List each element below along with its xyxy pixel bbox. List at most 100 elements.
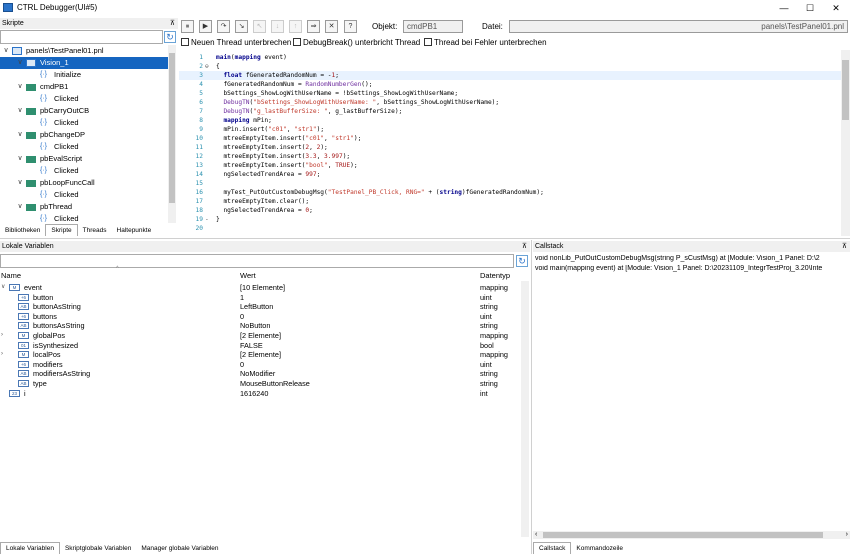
code-line[interactable]: 4 fGeneratedRandomNum = RandomNumberGen(… — [179, 80, 841, 89]
code-line[interactable]: 20 — [179, 224, 841, 233]
tree-item[interactable]: {·} Clicked — [0, 141, 168, 153]
step-over-icon[interactable]: ↷ — [217, 20, 230, 33]
expand-icon[interactable]: ∨ — [1, 283, 5, 293]
variable-row[interactable]: › MlocalPos [2 Elemente] mapping — [0, 350, 520, 360]
step-into-icon[interactable]: ↘ — [235, 20, 248, 33]
option-break-on-error[interactable]: Thread bei Fehler unterbrechen — [424, 38, 547, 47]
pin-icon[interactable]: ⊼ — [170, 18, 175, 29]
code-line[interactable]: 13 mtreeEmptyItem.insert("bool", TRUE); — [179, 161, 841, 170]
option-debugbreak[interactable]: DebugBreak() unterbricht Thread — [293, 38, 420, 47]
scroll-right-icon[interactable]: › — [846, 531, 848, 539]
editor-scrollbar[interactable] — [841, 50, 850, 236]
scrollbar-thumb[interactable] — [169, 53, 175, 203]
expand-icon[interactable]: ∨ — [16, 57, 24, 69]
callstack-hscrollbar[interactable]: ‹ › — [533, 531, 850, 539]
variable-row[interactable]: +6 button 1 uint — [0, 293, 520, 303]
tree-item[interactable]: ∨ pbThread — [0, 201, 168, 213]
callstack-entry[interactable]: void main(mapping event) at [Module: Vis… — [535, 265, 850, 272]
variable-row[interactable]: ∨ Mevent [10 Elemente] mapping — [0, 283, 520, 293]
code-line[interactable]: 9 mPin.insert("c01", "str1"); — [179, 125, 841, 134]
tree-item[interactable]: {·} Clicked — [0, 165, 168, 177]
close-button[interactable]: ✕ — [826, 2, 846, 14]
fold-icon[interactable]: ⊖ — [205, 62, 209, 71]
variable-row[interactable]: AB modifiersAsString NoModifier string — [0, 369, 520, 379]
tree-item[interactable]: {·} Clicked — [0, 93, 168, 105]
checkbox[interactable] — [181, 38, 189, 46]
variable-row[interactable]: AB buttonsAsString NoButton string — [0, 321, 520, 331]
expand-icon[interactable]: ∨ — [2, 45, 10, 57]
tree-item[interactable]: {·} Initialize — [0, 69, 168, 81]
code-line[interactable]: 11 mtreeEmptyItem.insert(2, 2); — [179, 143, 841, 152]
code-line[interactable]: 19-} — [179, 215, 841, 224]
stop-icon[interactable]: ✕ — [325, 20, 338, 33]
step-out-icon[interactable]: ↖ — [253, 20, 266, 33]
code-line[interactable]: 8 mapping mPin; — [179, 116, 841, 125]
code-editor[interactable]: 1 main(mapping event) 2 ⊖ {3 float fGenerate… — [179, 50, 841, 236]
vertical-splitter[interactable] — [531, 240, 532, 554]
code-line[interactable]: 18 ngSelectedTrendArea = 0; — [179, 206, 841, 215]
tree-item[interactable]: ∨ Vision_1 — [0, 57, 168, 69]
code-line[interactable]: 15 — [179, 179, 841, 188]
tree-item[interactable]: ∨ pbCarryOutCB — [0, 105, 168, 117]
expand-icon[interactable]: ∨ — [16, 153, 24, 165]
scrollbar-thumb[interactable] — [842, 60, 849, 120]
help-icon[interactable]: ? — [344, 20, 357, 33]
code-line[interactable]: 14 ngSelectedTrendArea = 997; — [179, 170, 841, 179]
minimize-button[interactable]: — — [774, 2, 794, 14]
tree-item[interactable]: {·} Clicked — [0, 117, 168, 129]
variable-row[interactable]: AB buttonAsString LeftButton string — [0, 302, 520, 312]
tab-skriptglobale-variablen[interactable]: Skriptglobale Variablen — [60, 543, 136, 554]
expand-icon[interactable]: ∨ — [16, 177, 24, 189]
expand-icon[interactable]: › — [1, 331, 3, 341]
variable-row[interactable]: 01 isSynthesized FALSE bool — [0, 341, 520, 351]
next-icon[interactable]: ⇒ — [307, 20, 320, 33]
scripts-search-input[interactable] — [0, 30, 163, 44]
refresh-icon[interactable]: ↻ — [516, 255, 528, 267]
option-new-thread[interactable]: Neuen Thread unterbrechen — [181, 38, 291, 47]
scripts-scrollbar[interactable] — [168, 45, 176, 223]
up-icon[interactable]: ↑ — [289, 20, 302, 33]
pin-icon[interactable]: ⊼ — [842, 241, 847, 252]
column-type[interactable]: Datentyp — [480, 271, 510, 280]
scrollbar-thumb[interactable] — [543, 532, 823, 538]
refresh-icon[interactable]: ↻ — [164, 31, 176, 43]
scroll-left-icon[interactable]: ‹ — [535, 531, 537, 539]
tree-item[interactable]: {·} Clicked — [0, 213, 168, 223]
code-line[interactable]: 7 DebugTN("g_lastBufferSize: ", g_lastBu… — [179, 107, 841, 116]
tab-haltepunkte[interactable]: Haltepunkte — [112, 225, 157, 236]
code-line[interactable]: 6 DebugTN("bSettings_ShowLogWithUserName… — [179, 98, 841, 107]
variable-row[interactable]: +6 modifiers 0 uint — [0, 360, 520, 370]
expand-icon[interactable]: ∨ — [16, 129, 24, 141]
run-to-cursor-icon[interactable]: ↓ — [271, 20, 284, 33]
checkbox[interactable] — [424, 38, 432, 46]
maximize-button[interactable]: ☐ — [800, 2, 820, 14]
scripts-tree[interactable]: ∨ panels\TestPanel01.pnl ∨ Vision_1 {·} Initi… — [0, 45, 168, 223]
locals-scrollbar[interactable] — [521, 281, 529, 537]
code-line[interactable]: 5 bSettings_ShowLogWithUserName = !bSett… — [179, 89, 841, 98]
code-line[interactable]: 17 mtreeEmptyItem.clear(); — [179, 197, 841, 206]
code-line[interactable]: 12 mtreeEmptyItem.insert(3.3, 3.997); — [179, 152, 841, 161]
expand-icon[interactable]: ∨ — [16, 105, 24, 117]
expand-icon[interactable]: ∨ — [16, 81, 24, 93]
tab-kommandozeile[interactable]: Kommandozeile — [571, 543, 628, 554]
tab-bibliotheken[interactable]: Bibliotheken — [0, 225, 45, 236]
locals-search-input[interactable] — [0, 254, 514, 268]
callstack-entry[interactable]: void nonLib_PutOutCustomDebugMsg(string … — [535, 255, 850, 262]
datei-field[interactable]: panels\TestPanel01.pnl — [509, 20, 848, 33]
tree-item[interactable]: {·} Clicked — [0, 189, 168, 201]
tree-item[interactable]: ∨ pbEvalScript — [0, 153, 168, 165]
column-value[interactable]: Wert — [240, 271, 256, 280]
tree-item[interactable]: ∨ pbLoopFuncCall — [0, 177, 168, 189]
tree-item[interactable]: ∨ cmdPB1 — [0, 81, 168, 93]
checkbox[interactable] — [293, 38, 301, 46]
code-line[interactable]: 10 mtreeEmptyItem.insert("c01", "str1"); — [179, 134, 841, 143]
expand-icon[interactable]: ∨ — [16, 201, 24, 213]
objekt-field[interactable]: cmdPB1 — [403, 20, 463, 33]
tab-callstack[interactable]: Callstack — [533, 542, 572, 554]
expand-icon[interactable]: › — [1, 350, 3, 360]
tree-item[interactable]: ∨ panels\TestPanel01.pnl — [0, 45, 168, 57]
tab-lokale-variablen[interactable]: Lokale Variablen — [0, 542, 60, 554]
code-line[interactable]: 1 main(mapping event) — [179, 53, 841, 62]
tab-threads[interactable]: Threads — [78, 225, 112, 236]
tab-skripte[interactable]: Skripte — [45, 224, 78, 236]
